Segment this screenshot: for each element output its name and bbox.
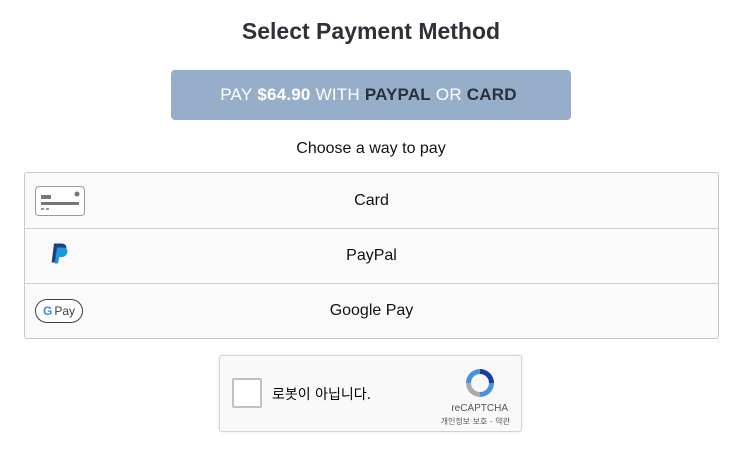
recaptcha-label: 로봇이 아닙니다. xyxy=(272,387,372,403)
google-pay-icon: G Pay xyxy=(35,299,83,323)
recaptcha-checkbox[interactable] xyxy=(232,378,262,408)
credit-card-icon xyxy=(35,185,85,216)
recaptcha-logo-icon xyxy=(463,366,497,405)
payment-method-card[interactable]: Card xyxy=(25,173,718,228)
payment-method-paypal[interactable]: PayPal xyxy=(25,228,718,283)
payment-method-label: Google Pay xyxy=(329,302,414,319)
pay-button-prefix: PAY xyxy=(220,85,253,104)
pay-button-method-paypal: PAYPAL xyxy=(364,85,431,104)
recaptcha-brand: reCAPTCHA xyxy=(451,403,508,414)
payment-method-list: Card PayPal G Pay Google Pay xyxy=(24,172,719,339)
pay-button-with: WITH xyxy=(315,85,360,104)
choose-way-text: Choose a way to pay xyxy=(296,140,446,157)
recaptcha-widget: 로봇이 아닙니다. reCAPTCHA 개인정보 보호 - 약관 xyxy=(219,355,522,432)
payment-page: Select Payment Method PAY $64.90 WITH PA… xyxy=(0,0,730,451)
payment-method-label: PayPal xyxy=(346,247,397,264)
page-title: Select Payment Method xyxy=(241,18,501,44)
pay-button[interactable]: PAY $64.90 WITH PAYPAL OR CARD xyxy=(171,70,571,120)
google-g-letter: G xyxy=(42,304,53,318)
payment-method-label: Card xyxy=(354,191,389,209)
pay-button-or: OR xyxy=(435,85,462,104)
recaptcha-terms-link[interactable]: 개인정보 보호 - 약관 xyxy=(441,416,510,427)
pay-button-method-card: CARD xyxy=(466,85,517,104)
google-pay-badge-text: Pay xyxy=(54,304,76,318)
paypal-icon xyxy=(49,243,69,270)
payment-method-google-pay[interactable]: G Pay Google Pay xyxy=(25,283,718,338)
pay-button-amount: $64.90 xyxy=(257,85,311,104)
